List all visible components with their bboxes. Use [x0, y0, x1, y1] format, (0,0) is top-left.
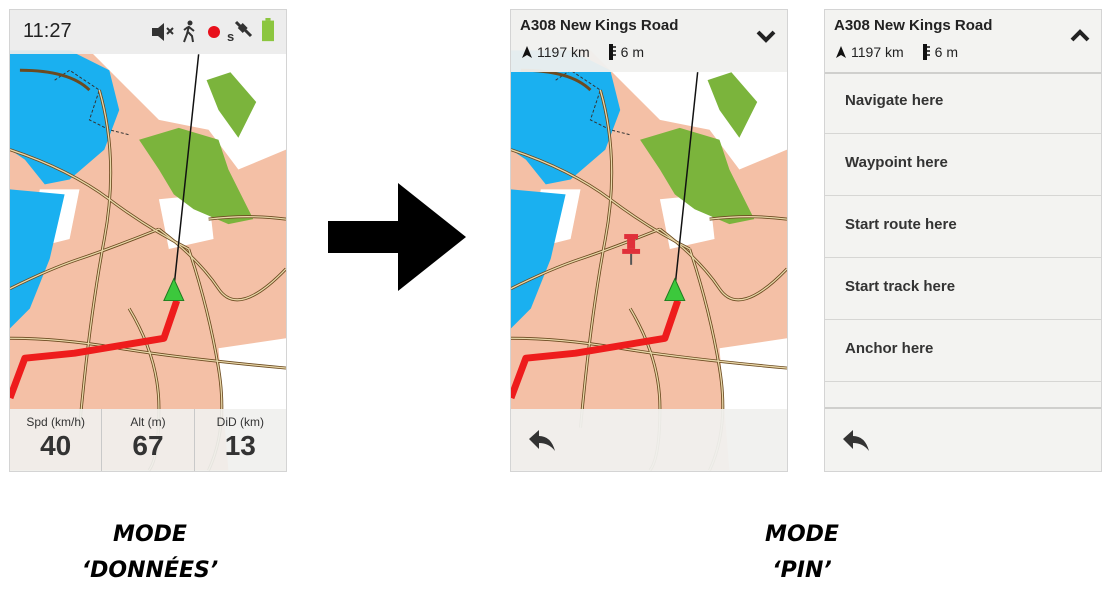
back-arrow-icon[interactable]	[841, 429, 871, 453]
altitude-value: 67	[132, 430, 164, 461]
caption-line: ‘PIN’	[772, 558, 832, 583]
map-view[interactable]	[10, 10, 286, 471]
pin-menu-screen: A308 New Kings Road 1197 km 6 m Navigate…	[824, 9, 1102, 472]
satellite-icon: s	[227, 20, 253, 44]
record-dot-icon	[208, 26, 220, 38]
caption-line: MODE	[765, 522, 839, 547]
pin-info-row: 1197 km 6 m	[834, 43, 958, 61]
battery-icon	[262, 18, 274, 42]
back-arrow-icon[interactable]	[527, 429, 557, 453]
menu-item-waypoint-here[interactable]: Waypoint here	[825, 134, 1101, 196]
chevron-down-icon[interactable]	[755, 28, 777, 44]
pin-info-header[interactable]: A308 New Kings Road 1197 km 6 m	[511, 10, 787, 72]
pin-elevation: 6 m	[934, 44, 959, 60]
pin-info-row: 1197 km 6 m	[520, 43, 644, 61]
direction-arrow-icon	[522, 46, 532, 58]
distance-value: 13	[224, 430, 256, 461]
menu-item-label: Anchor here	[845, 340, 934, 357]
distance-field[interactable]: DiD (km) 13	[195, 409, 286, 471]
menu-item-label: Start route here	[845, 216, 957, 233]
elevation-icon	[922, 44, 930, 60]
caption-line: ‘DONNÉES’	[81, 558, 219, 583]
pin-distance: 1197 km	[851, 44, 904, 60]
mute-icon	[152, 23, 174, 41]
hiker-icon	[183, 20, 195, 43]
menu-item-label: Navigate here	[845, 92, 944, 109]
caption-line: MODE	[113, 522, 187, 547]
caption-pin-mode: MODE ‘PIN’	[712, 517, 892, 589]
menu-item-label: Start track here	[845, 278, 956, 295]
direction-arrow-icon	[836, 46, 846, 58]
svg-text:s: s	[227, 29, 234, 44]
altitude-field[interactable]: Alt (m) 67	[102, 409, 195, 471]
road-name: A308 New Kings Road	[520, 17, 679, 34]
pin-info-header[interactable]: A308 New Kings Road 1197 km 6 m	[825, 10, 1101, 74]
menu-item-navigate-here[interactable]: Navigate here	[825, 72, 1101, 134]
arrow-right-icon	[328, 183, 466, 291]
chevron-up-icon[interactable]	[1069, 28, 1091, 44]
caption-data-mode: MODE ‘DONNÉES’	[60, 517, 240, 589]
clock: 11:27	[23, 20, 72, 42]
status-bar: 11:27 s	[10, 10, 286, 54]
speed-label: Spd (km/h)	[26, 415, 85, 429]
speed-value: 40	[40, 430, 72, 461]
speed-field[interactable]: Spd (km/h) 40	[10, 409, 103, 471]
pin-distance: 1197 km	[537, 44, 590, 60]
menu-item-anchor-here[interactable]: Anchor here	[825, 320, 1101, 382]
elevation-icon	[608, 44, 616, 60]
altitude-label: Alt (m)	[130, 415, 166, 429]
map-view[interactable]	[511, 10, 787, 471]
bottom-bar	[511, 409, 787, 471]
road-name: A308 New Kings Road	[834, 17, 993, 34]
pin-mode-screen: A308 New Kings Road 1197 km 6 m	[510, 9, 788, 472]
menu-item-label: Waypoint here	[845, 154, 948, 171]
bottom-bar	[825, 407, 1101, 471]
menu-item-start-track-here[interactable]: Start track here	[825, 258, 1101, 320]
menu-item-start-route-here[interactable]: Start route here	[825, 196, 1101, 258]
data-mode-screen: 11:27 s Spd (km/h) 40 Alt (m) 67 DiD (km…	[9, 9, 287, 472]
data-fields-bar: Spd (km/h) 40 Alt (m) 67 DiD (km) 13	[10, 409, 286, 471]
distance-label: DiD (km)	[216, 415, 264, 429]
pin-elevation: 6 m	[620, 44, 645, 60]
